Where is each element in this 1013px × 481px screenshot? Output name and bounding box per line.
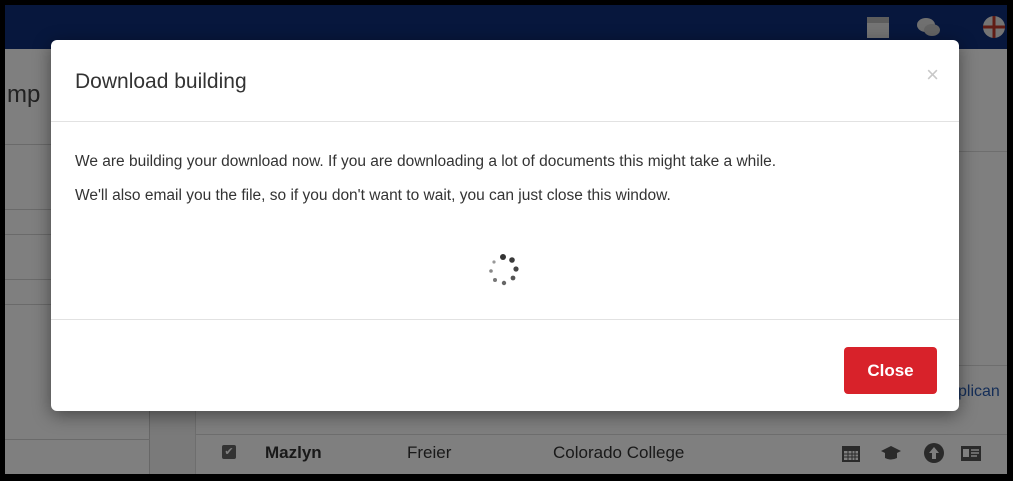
modal-title: Download building xyxy=(75,70,247,93)
modal-footer: Close xyxy=(51,319,959,411)
close-button[interactable]: Close xyxy=(844,347,937,394)
download-modal: Download building × We are building your… xyxy=(51,40,959,411)
modal-header: Download building × xyxy=(51,40,959,122)
screenshot-frame: mp plican ✔ Mazlyn Freier Colorado Colle… xyxy=(5,5,1007,474)
modal-message: We are building your download now. If yo… xyxy=(75,153,777,170)
loading-spinner-icon xyxy=(489,254,519,286)
close-icon[interactable]: × xyxy=(926,64,939,86)
modal-email-note: We'll also email you the file, so if you… xyxy=(75,187,671,204)
modal-body: We are building your download now. If yo… xyxy=(51,123,959,319)
